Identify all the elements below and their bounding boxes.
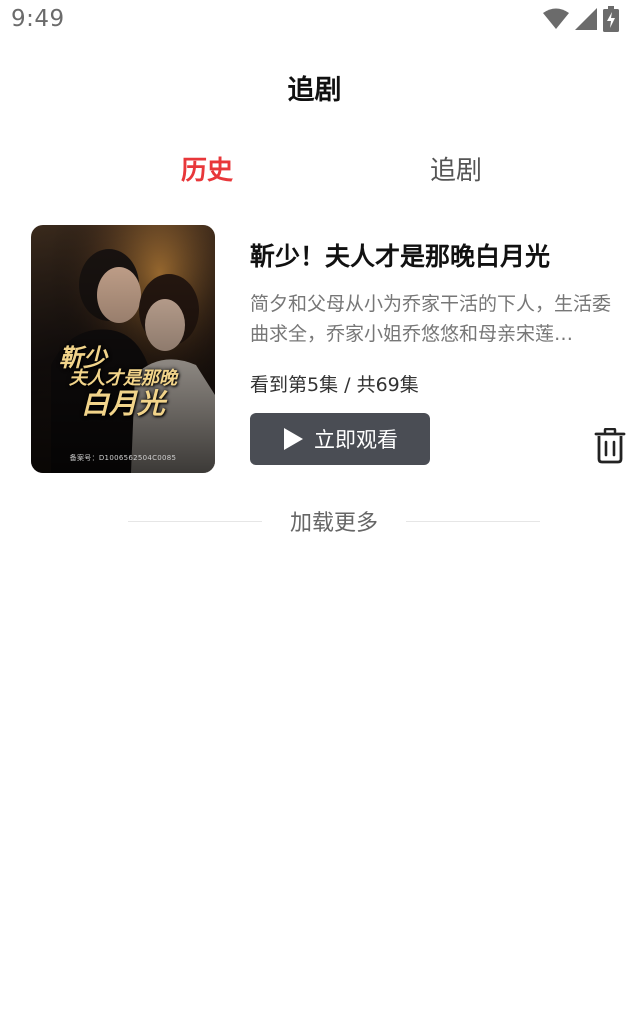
watch-progress: 看到第5集 / 共69集: [250, 374, 419, 396]
drama-title[interactable]: 靳少！夫人才是那晚白月光: [250, 237, 550, 273]
poster-title: 靳少 夫人才是那晚 白月光: [31, 343, 215, 421]
watch-now-button[interactable]: 立即观看: [250, 413, 430, 465]
tab-follow[interactable]: 追剧: [430, 150, 482, 187]
poster-title-line: 白月光: [80, 387, 165, 421]
battery-charging-icon: [603, 6, 619, 32]
divider: [128, 520, 262, 522]
status-time: 9:49: [11, 6, 65, 32]
play-icon: [284, 428, 303, 450]
poster-title-line: 靳少: [59, 343, 107, 372]
divider: [406, 520, 541, 522]
load-more[interactable]: 加载更多: [128, 504, 541, 538]
history-item[interactable]: 靳少 夫人才是那晚 白月光 备案号：D1006562504C0085 靳少！夫人…: [31, 225, 629, 475]
cell-signal-icon: [575, 8, 597, 30]
status-bar: 9:49: [0, 0, 629, 44]
tab-history[interactable]: 历史: [181, 150, 233, 187]
poster-caption: 备案号：D1006562504C0085: [69, 454, 177, 462]
page-title: 追剧: [287, 75, 342, 106]
load-more-label: 加载更多: [290, 511, 379, 536]
app-screen: 9:49 追剧 历史 追剧 靳少 夫人才是那晚 白月光 备案号：D1006562…: [0, 0, 629, 1009]
status-icons: [543, 6, 619, 32]
drama-description: 简夕和父母从小为乔家干活的下人，生活委曲求全，乔家小姐乔悠悠和母亲宋莲…: [250, 293, 612, 345]
trash-icon[interactable]: [594, 428, 626, 464]
drama-poster[interactable]: 靳少 夫人才是那晚 白月光 备案号：D1006562504C0085: [31, 225, 215, 473]
wifi-icon: [543, 8, 569, 29]
watch-now-label: 立即观看: [314, 428, 398, 452]
